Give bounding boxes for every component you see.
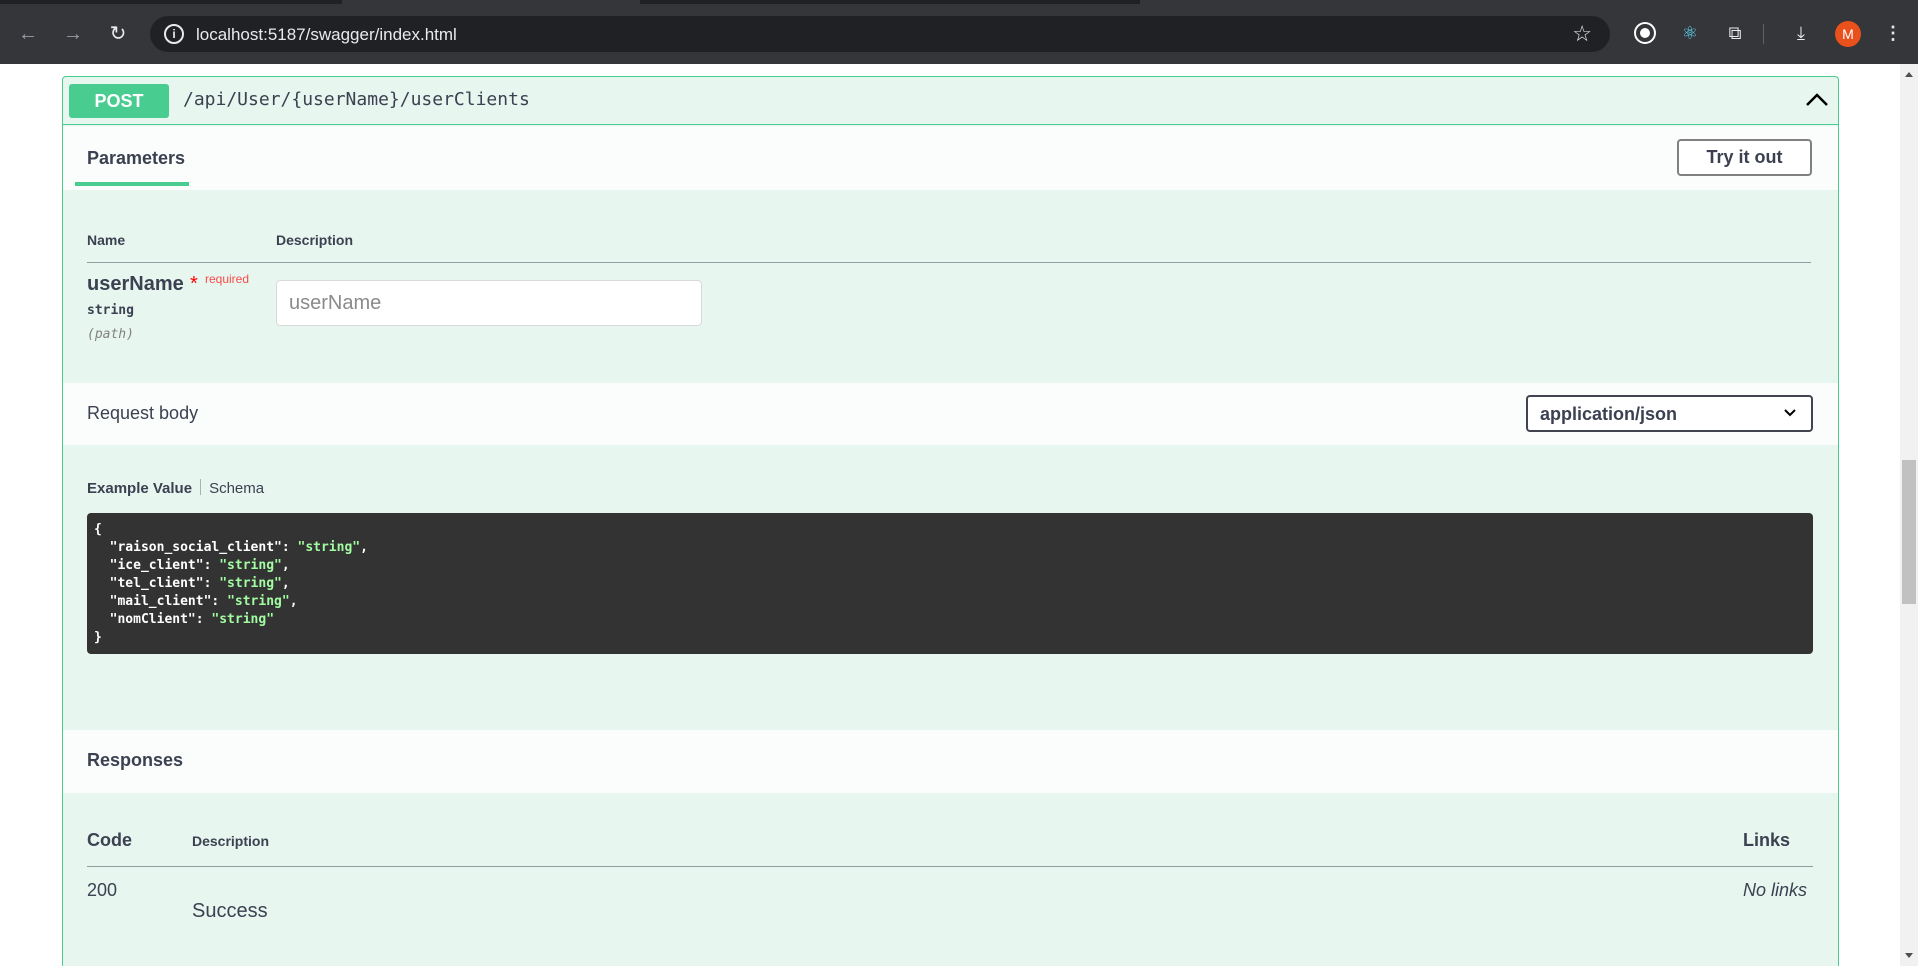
code-key: "tel_client" (109, 576, 204, 591)
code-value: "string" (211, 612, 275, 627)
try-it-out-button[interactable]: Try it out (1677, 139, 1812, 176)
parameters-header-divider (87, 262, 1811, 263)
content-type-select[interactable]: application/json (1526, 395, 1813, 432)
http-method-badge: POST (69, 84, 169, 118)
param-name: userName (87, 273, 184, 295)
forward-icon[interactable]: → (59, 20, 87, 48)
param-type: string (87, 303, 134, 318)
code-open-brace: { (94, 522, 102, 537)
site-info-icon[interactable]: i (164, 24, 184, 44)
response-links: No links (1743, 880, 1808, 900)
scroll-down-arrow-icon[interactable] (1905, 953, 1913, 958)
parameters-header: Parameters Try it out (63, 126, 1838, 190)
col-header-name: Name (87, 232, 126, 248)
operation-block: POST /api/User/{userName}/userClients Pa… (62, 76, 1839, 966)
code-trail: , (281, 576, 290, 591)
tab-schema[interactable]: Schema (209, 480, 264, 497)
param-location: (path) (87, 327, 134, 342)
bookmark-star-icon[interactable]: ☆ (1572, 21, 1592, 47)
code-value: "string" (227, 594, 290, 609)
code-key: "ice_client" (109, 558, 204, 573)
code-key: "raison_social_client" (109, 540, 282, 555)
chevron-up-icon[interactable] (1802, 87, 1832, 113)
example-value-code: { "raison_social_client": "string", "ice… (87, 513, 1813, 654)
col-header-links: Links (1743, 830, 1791, 850)
extensions-puzzle-icon[interactable]: ⧉ (1722, 20, 1748, 46)
code-trail: , (289, 594, 298, 609)
required-label: required (205, 272, 250, 286)
extension-circle-icon[interactable] (1632, 20, 1658, 46)
code-value: "string" (297, 540, 361, 555)
code-value: "string" (219, 576, 282, 591)
responses-header-divider (87, 866, 1813, 867)
col-header-description: Description (276, 232, 354, 248)
operation-summary[interactable]: POST /api/User/{userName}/userClients (63, 77, 1838, 125)
request-body-header: Request body application/json (63, 383, 1838, 445)
page-scrollbar[interactable] (1900, 64, 1918, 966)
col-header-response-description: Description (192, 833, 270, 849)
back-icon[interactable]: ← (14, 20, 42, 48)
scroll-up-arrow-icon[interactable] (1905, 72, 1913, 77)
profile-avatar[interactable]: M (1835, 21, 1861, 47)
code-close-brace: } (94, 630, 102, 645)
address-bar-url[interactable]: localhost:5187/swagger/index.html (196, 25, 457, 45)
tab-example-value[interactable]: Example Value (87, 480, 192, 497)
chevron-down-icon (1784, 409, 1796, 417)
toolbar-separator (1763, 24, 1764, 44)
tab-active-indicator (75, 182, 189, 186)
reload-icon[interactable]: ↻ (104, 20, 132, 48)
download-icon[interactable]: ⤓ (1788, 20, 1814, 46)
tab-strip-right (640, 0, 1140, 4)
tab-parameters-label: Parameters (87, 148, 186, 168)
browser-toolbar: ← → ↻ i localhost:5187/swagger/index.htm… (0, 0, 1918, 64)
browser-menu-icon[interactable]: ⋮ (1880, 20, 1906, 46)
response-description: Success (192, 900, 268, 922)
username-input[interactable] (276, 280, 702, 326)
tab-parameters[interactable]: Parameters (75, 126, 189, 190)
tab-divider (200, 479, 202, 495)
react-devtools-icon[interactable]: ⚛ (1677, 20, 1703, 46)
content-type-value: application/json (1540, 404, 1678, 424)
code-trail: , (281, 558, 290, 573)
responses-title: Responses (87, 750, 184, 770)
code-key: "nomClient" (109, 612, 196, 627)
code-trail: , (360, 540, 368, 555)
col-header-code: Code (87, 830, 132, 850)
response-code: 200 (87, 880, 118, 900)
responses-header: Responses (63, 730, 1838, 793)
address-bar[interactable]: i localhost:5187/swagger/index.html ☆ (150, 16, 1610, 52)
operation-path: /api/User/{userName}/userClients (183, 89, 530, 110)
code-key: "mail_client" (109, 594, 212, 609)
scroll-thumb[interactable] (1902, 460, 1916, 604)
tab-strip-left (0, 0, 342, 4)
request-body-title: Request body (87, 403, 199, 423)
required-star: * (190, 273, 198, 295)
code-value: "string" (219, 558, 282, 573)
example-schema-tabs: Example Value Schema (87, 479, 264, 497)
